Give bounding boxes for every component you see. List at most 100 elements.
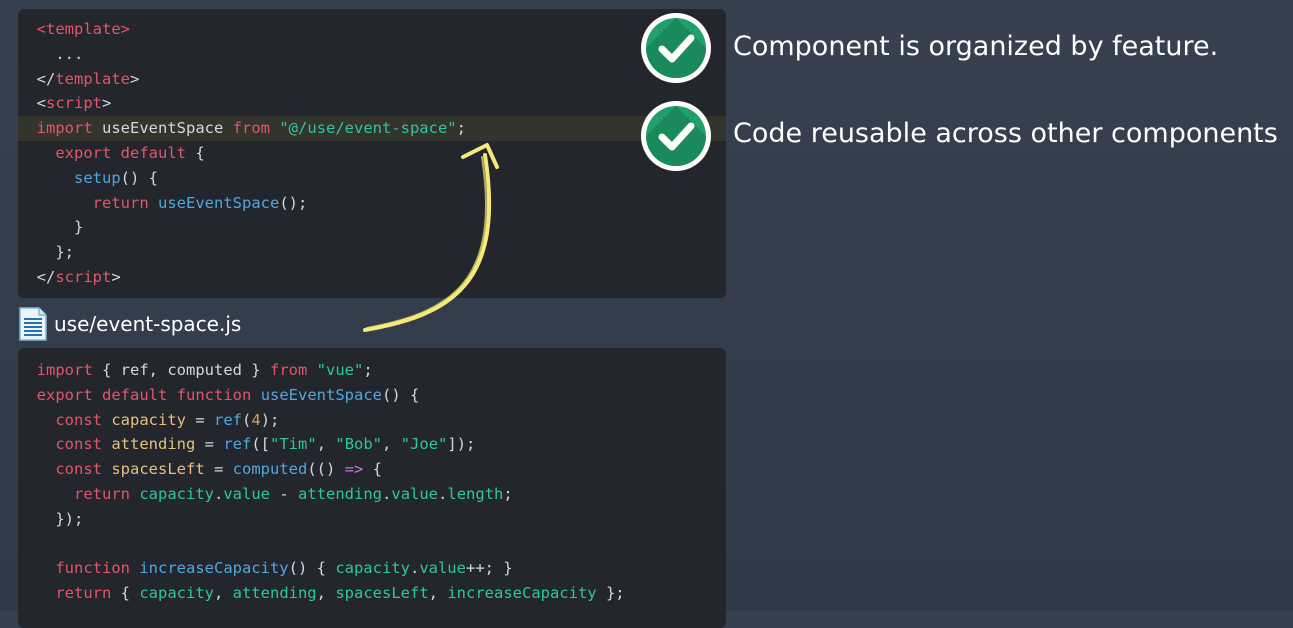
code-token: , bbox=[428, 584, 448, 603]
code-token: "Joe" bbox=[400, 435, 448, 454]
code-line: </template> bbox=[18, 67, 726, 92]
code-token: , bbox=[382, 435, 401, 454]
code-token: const bbox=[55, 460, 102, 479]
code-token: ... bbox=[18, 44, 84, 63]
code-token: "Bob" bbox=[335, 435, 383, 454]
code-token: ); bbox=[260, 410, 280, 429]
code-token: spacesLeft bbox=[111, 460, 205, 479]
code-token: > bbox=[102, 94, 112, 113]
code-token: , bbox=[213, 584, 233, 603]
code-token: setup bbox=[74, 168, 121, 187]
code-token: } bbox=[18, 218, 84, 237]
code-token: attending bbox=[111, 435, 196, 454]
code-token: > bbox=[129, 69, 140, 88]
code-line: const attending = ref(["Tim", "Bob", "Jo… bbox=[18, 432, 726, 457]
code-token: (() bbox=[307, 460, 345, 479]
code-token: const bbox=[55, 435, 102, 454]
code-token: > bbox=[111, 268, 121, 286]
file-label: use/event-space.js bbox=[18, 306, 241, 342]
code-token: { bbox=[111, 584, 140, 603]
code-token: = bbox=[186, 410, 214, 429]
code-token: from bbox=[269, 361, 308, 379]
code-token: computed bbox=[232, 460, 308, 479]
code-line: ... bbox=[18, 42, 726, 67]
code-token: capacity bbox=[139, 584, 214, 603]
code-line: import { ref, computed } from "vue"; bbox=[18, 358, 726, 383]
code-token: script bbox=[55, 268, 112, 286]
code-token: ([ bbox=[251, 435, 271, 454]
code-token: . bbox=[382, 485, 392, 503]
code-token: </ bbox=[18, 268, 56, 286]
code-token: return bbox=[92, 193, 149, 212]
code-token: export bbox=[55, 144, 112, 162]
code-token: export bbox=[36, 385, 93, 404]
code-token: { bbox=[363, 460, 382, 479]
code-token: value bbox=[419, 559, 466, 578]
code-token: ref bbox=[214, 410, 242, 429]
code-token: }; bbox=[18, 243, 74, 262]
composable-code-panel: import { ref, computed } from "vue"; exp… bbox=[18, 348, 726, 628]
feature-reusable: Code reusable across other components bbox=[733, 118, 1278, 149]
code-token: function bbox=[176, 385, 252, 404]
code-token: { bbox=[186, 144, 205, 162]
curved-arrow-icon bbox=[363, 143, 499, 332]
code-token: }); bbox=[18, 509, 84, 528]
code-token: ]); bbox=[447, 435, 476, 454]
code-token: ; bbox=[503, 485, 513, 503]
code-token: <template> bbox=[36, 20, 130, 38]
code-token: default bbox=[120, 144, 186, 162]
code-token: from bbox=[232, 119, 270, 138]
code-token: import bbox=[36, 361, 93, 379]
code-token: . bbox=[214, 485, 224, 503]
code-line: return capacity.value - attending.value.… bbox=[18, 482, 726, 507]
code-line: return { capacity, attending, spacesLeft… bbox=[18, 581, 726, 606]
code-line: }); bbox=[18, 507, 726, 532]
check-circle-icon bbox=[641, 13, 711, 83]
code-token: , bbox=[316, 584, 336, 603]
code-token: (); bbox=[279, 193, 308, 212]
code-token: ; bbox=[363, 361, 373, 379]
code-token: attending bbox=[298, 485, 383, 503]
code-token: . bbox=[409, 559, 420, 578]
code-token: template bbox=[55, 69, 130, 88]
code-token: ( bbox=[242, 410, 252, 429]
code-line: <script> bbox=[18, 91, 726, 116]
code-line: const spacesLeft = computed(() => { bbox=[18, 457, 726, 482]
code-token: () { bbox=[382, 385, 420, 404]
code-token: useEventSpace bbox=[158, 193, 280, 212]
code-token: default bbox=[102, 385, 168, 404]
code-line: function increaseCapacity() { capacity.v… bbox=[18, 556, 726, 581]
code-token: }; bbox=[596, 584, 625, 603]
code-token: increaseCapacity bbox=[139, 559, 289, 578]
code-token: script bbox=[46, 94, 102, 113]
code-token: value bbox=[223, 485, 271, 503]
code-token: < bbox=[18, 94, 46, 113]
code-token: capacity bbox=[111, 410, 186, 429]
document-icon bbox=[19, 307, 47, 341]
code-token: value bbox=[391, 485, 439, 503]
file-name: use/event-space.js bbox=[54, 312, 242, 336]
code-token: - bbox=[270, 485, 299, 503]
code-token: = bbox=[195, 435, 224, 454]
code-token: ref bbox=[223, 435, 252, 454]
code-token: 4 bbox=[251, 410, 261, 429]
code-token: useEventSpace bbox=[260, 385, 383, 404]
code-token: capacity bbox=[139, 485, 214, 503]
